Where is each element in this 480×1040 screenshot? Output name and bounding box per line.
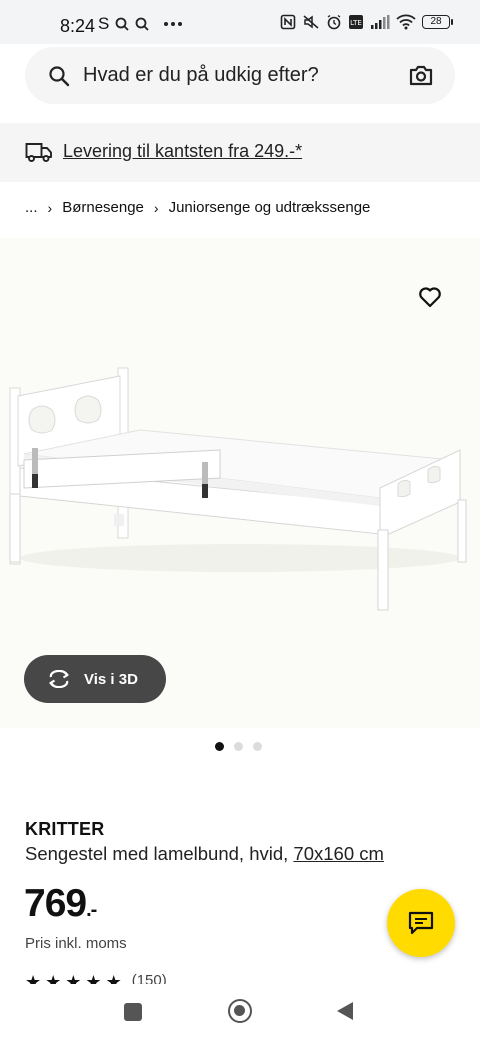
breadcrumb-ellipsis[interactable]: ... bbox=[25, 199, 38, 216]
mute-icon bbox=[303, 15, 319, 29]
product-description: Sengestel med lamelbund, hvid, 70x160 cm bbox=[25, 843, 384, 865]
star-icon: ★ bbox=[65, 972, 82, 984]
status-bar: 8:24 S LTE 28 bbox=[0, 0, 480, 44]
s-app-icon: S bbox=[98, 14, 110, 33]
back-button[interactable] bbox=[337, 1002, 353, 1020]
search-icon bbox=[49, 66, 70, 87]
svg-text:LTE: LTE bbox=[350, 19, 362, 27]
product-price: 769.- bbox=[24, 882, 97, 926]
alarm-icon bbox=[327, 14, 341, 30]
view-in-3d-button[interactable]: Vis i 3D bbox=[24, 655, 166, 703]
wifi-icon bbox=[396, 14, 416, 30]
view-in-3d-label: Vis i 3D bbox=[84, 670, 138, 688]
heart-icon[interactable] bbox=[418, 286, 442, 308]
signal-icon bbox=[371, 15, 390, 29]
search-notification-icon bbox=[135, 17, 149, 31]
product-price-value: 769 bbox=[24, 882, 87, 925]
search-bar[interactable] bbox=[25, 47, 455, 104]
search-area bbox=[0, 44, 480, 122]
truck-icon bbox=[25, 143, 52, 162]
recents-button[interactable] bbox=[124, 1003, 142, 1021]
delivery-banner[interactable]: Levering til kantsten fra 249.-* bbox=[0, 123, 480, 182]
product-image-gallery[interactable]: Vis i 3D bbox=[0, 238, 480, 728]
star-icon: ★ bbox=[85, 972, 102, 984]
gallery-dot[interactable] bbox=[253, 742, 262, 751]
home-button[interactable] bbox=[228, 999, 252, 1023]
gallery-dot[interactable] bbox=[234, 742, 243, 751]
product-description-text: Sengestel med lamelbund, hvid, bbox=[25, 843, 294, 864]
chevron-right-icon: › bbox=[153, 199, 159, 216]
star-half-icon: ★ bbox=[105, 972, 122, 984]
price-vat-note: Pris inkl. moms bbox=[25, 935, 127, 952]
search-notification-icon bbox=[115, 17, 129, 31]
breadcrumb-item-juniorsenge[interactable]: Juniorsenge og udtrækssenge bbox=[169, 199, 371, 216]
product-size-link[interactable]: 70x160 cm bbox=[293, 843, 384, 864]
product-price-suffix: .- bbox=[86, 899, 97, 921]
rating-count: (150) bbox=[131, 972, 167, 984]
breadcrumb-item-boernesenge[interactable]: Børnesenge bbox=[62, 199, 144, 216]
star-icon: ★ bbox=[45, 972, 62, 984]
breadcrumb: ... › Børnesenge › Juniorsenge og udtræk… bbox=[25, 199, 370, 216]
chat-icon bbox=[408, 911, 434, 935]
nfc-icon bbox=[280, 14, 296, 30]
status-time: 8:24 bbox=[60, 16, 96, 36]
star-icon: ★ bbox=[25, 972, 42, 984]
chevron-right-icon: › bbox=[47, 199, 53, 216]
battery-icon: 28 bbox=[422, 15, 453, 29]
gallery-pagination bbox=[215, 742, 262, 751]
status-right-icons: LTE 28 bbox=[280, 14, 453, 30]
system-navigation-bar bbox=[0, 984, 480, 1040]
more-dots-icon bbox=[164, 22, 183, 26]
chat-button[interactable] bbox=[387, 889, 455, 957]
gallery-dot[interactable] bbox=[215, 742, 224, 751]
search-input[interactable] bbox=[83, 47, 393, 104]
product-rating[interactable]: ★ ★ ★ ★ ★ (150) bbox=[25, 968, 225, 984]
status-left-icons: S bbox=[98, 14, 183, 34]
delivery-link[interactable]: Levering til kantsten fra 249.-* bbox=[63, 141, 302, 162]
camera-icon[interactable] bbox=[409, 64, 433, 86]
product-name: KRITTER bbox=[25, 819, 105, 839]
rotate-3d-icon bbox=[49, 670, 69, 688]
volte-icon: LTE bbox=[349, 15, 363, 29]
